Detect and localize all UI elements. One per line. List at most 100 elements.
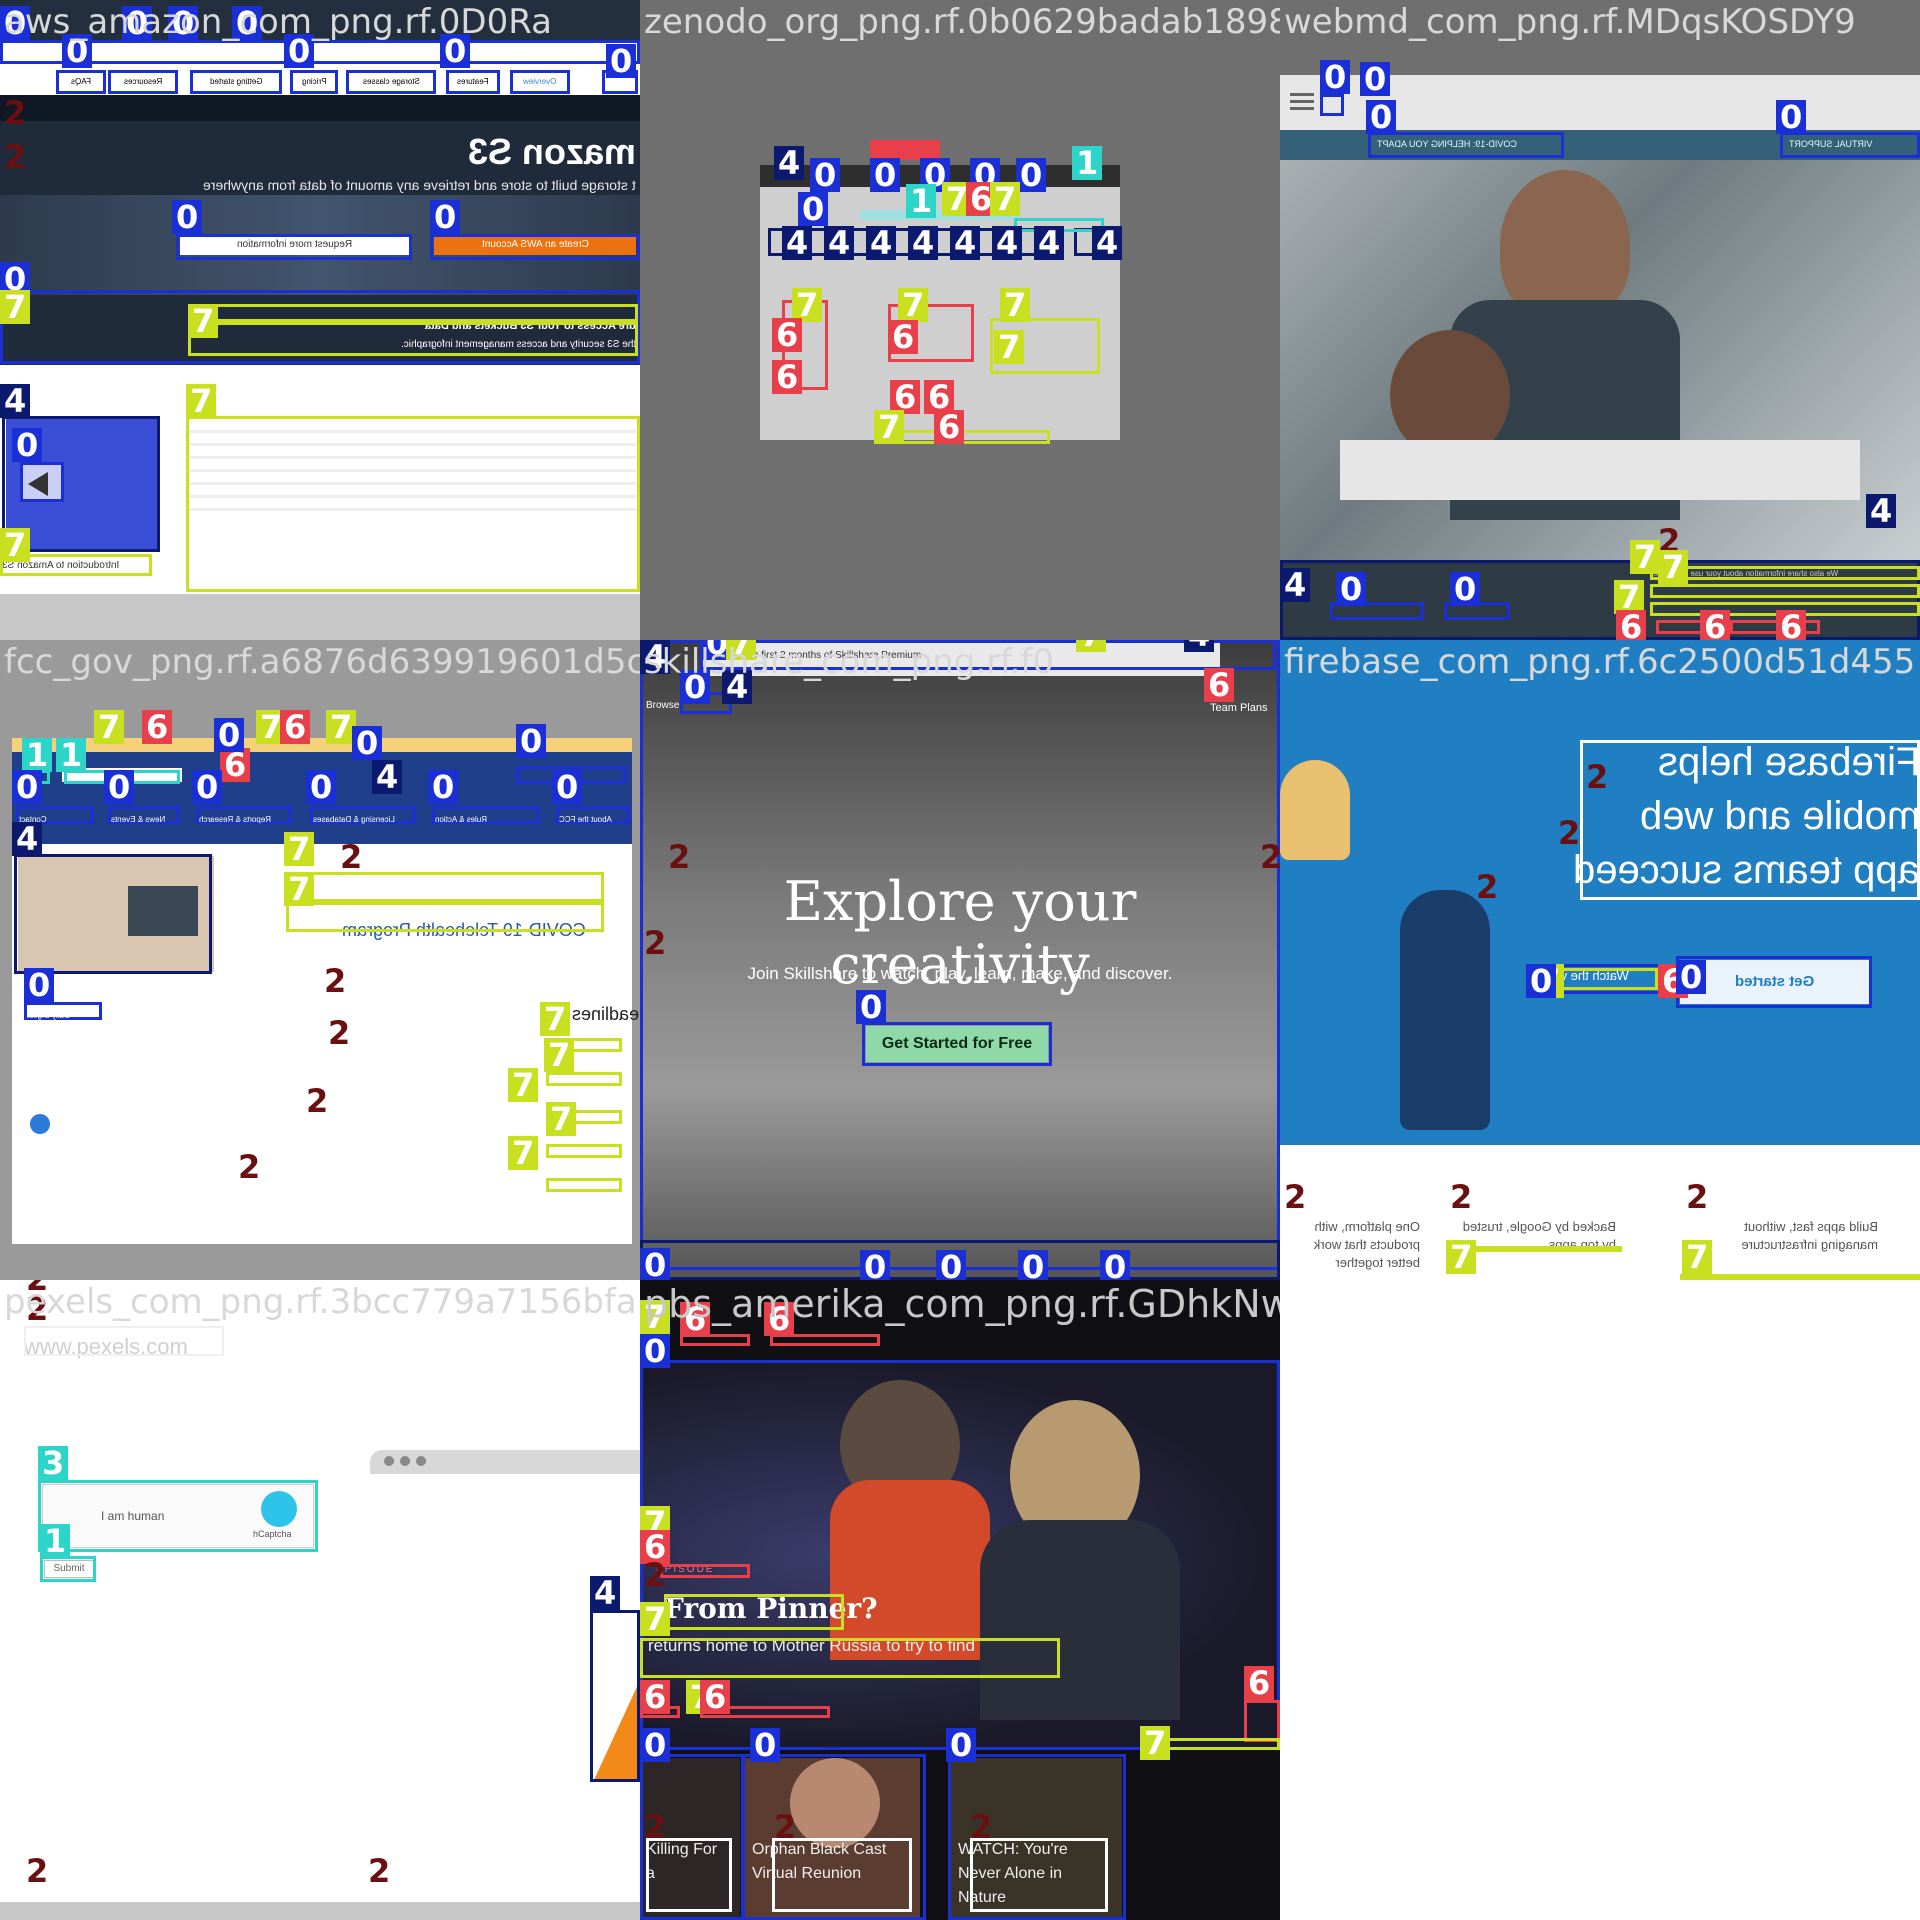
- annotation-tag: 2: [668, 838, 691, 876]
- annotation-tag: 4: [908, 226, 939, 260]
- annotation-tag: 6: [934, 410, 965, 444]
- aws-nav-storage-classes[interactable]: Storage classes: [346, 70, 436, 94]
- aws-subnav: [0, 40, 640, 64]
- fcc-headlines: Headlines: [572, 1004, 640, 1024]
- annotation-tag: 2: [644, 1556, 667, 1594]
- annotation-tag: 4: [774, 146, 805, 180]
- annotation-tag: 1: [1072, 146, 1103, 180]
- annotation-tag: 0: [1450, 572, 1481, 606]
- fcc-nav-reports[interactable]: Reports & Research: [196, 806, 292, 824]
- annotation-tag: 0: [1320, 60, 1351, 94]
- annotation-tag: 0: [192, 770, 223, 804]
- annotation-tag: 1: [56, 738, 87, 772]
- aws-topbar: [0, 0, 640, 40]
- annotation-box: [590, 1610, 640, 1782]
- annotation-tag: 2: [328, 1014, 351, 1052]
- fcc-nav-rules[interactable]: Rules & Action: [432, 806, 540, 824]
- annotation-tag: 7: [284, 832, 315, 866]
- annotation-tag: 6: [772, 360, 803, 394]
- annotation-tag: 4: [12, 822, 43, 856]
- annotation-tag: 2: [26, 1852, 49, 1890]
- fcc-daily-digest[interactable]: Daily Digest: [24, 1002, 102, 1020]
- annotation-tag: 1: [906, 184, 937, 218]
- aws-nav-overview[interactable]: Overview: [510, 70, 570, 94]
- aws-banner-text-box: [188, 304, 638, 322]
- annotation-box: [660, 1564, 750, 1578]
- accessibility-icon[interactable]: [30, 1114, 50, 1134]
- annotation-tag: 7: [1076, 640, 1107, 652]
- annotation-tag: 0: [1676, 960, 1707, 994]
- annotation-box: [646, 1838, 732, 1912]
- aws-body-box: [186, 416, 640, 592]
- fcc-nav-licensing[interactable]: Licensing & Databases: [310, 806, 416, 824]
- annotation-tag: 0: [1018, 1250, 1049, 1280]
- aws-nav-resources[interactable]: Resources: [108, 70, 178, 94]
- aws-nav-getting-started[interactable]: Getting started: [190, 70, 282, 94]
- annotation-tag: 4: [0, 384, 31, 418]
- menu-icon[interactable]: [1290, 93, 1314, 96]
- firebase-feature-1: One platform, with products that work be…: [1313, 1219, 1420, 1270]
- annotation-tag: 6: [1776, 610, 1807, 640]
- annotation-tag: 7: [994, 330, 1025, 364]
- annotation-tag: 0: [1336, 572, 1367, 606]
- annotation-tag: 0: [870, 158, 901, 192]
- annotation-tag: 0: [430, 200, 461, 234]
- tile-fcc-title: fcc_gov_png.rf.a6876d639919601d5c: [4, 642, 640, 682]
- annotation-tag: 2: [774, 1808, 797, 1846]
- aws-request-box[interactable]: [176, 234, 412, 260]
- annotation-tag: 0: [0, 6, 31, 40]
- annotation-tag: 4: [1184, 640, 1215, 652]
- annotation-tag: 7: [540, 1002, 571, 1036]
- annotation-tag: 4: [722, 670, 753, 704]
- skillshare-page: [640, 640, 1280, 1270]
- annotation-box: [664, 1594, 844, 1630]
- annotation-box: [862, 1022, 1052, 1066]
- aws-create-box[interactable]: [430, 234, 640, 260]
- cart-icon[interactable]: [1320, 94, 1344, 116]
- annotation-box: [546, 1178, 622, 1192]
- annotation-tag: 7: [874, 410, 905, 444]
- annotation-tag: 2: [644, 924, 667, 962]
- annotation-tag: 2: [1558, 814, 1581, 852]
- annotation-tag: 4: [1866, 494, 1897, 528]
- annotation-tag: 0: [860, 1250, 891, 1280]
- annotation-tag: 7: [544, 1038, 575, 1072]
- annotation-tag: 4: [1280, 568, 1311, 602]
- covid-adapt-tab[interactable]: COVID-19: HELPING YOU ADAPT: [1368, 132, 1564, 158]
- aws-nav-features[interactable]: Features: [446, 70, 500, 94]
- annotation-tag: 7: [1446, 1240, 1477, 1274]
- annotation-box: [1452, 1246, 1622, 1252]
- annotation-tag: 4: [372, 760, 403, 794]
- fcc-nav-news[interactable]: News & Events: [108, 806, 180, 824]
- annotation-tag: 6: [772, 318, 803, 352]
- annotation-tag: 0: [1366, 100, 1397, 134]
- annotation-tag: 4: [640, 640, 671, 674]
- annotation-tag: 2: [324, 962, 347, 1000]
- annotation-tag: 4: [992, 226, 1023, 260]
- tile-fcc: COVID-19 Telehealth Program Headlines Co…: [0, 640, 640, 1280]
- annotation-tag: 7: [640, 1300, 671, 1334]
- annotation-tag: 0: [516, 724, 547, 758]
- annotation-tag: 6: [1700, 610, 1731, 640]
- annotation-tag: 2: [1450, 1178, 1473, 1216]
- annotation-tag: 6: [764, 1302, 795, 1336]
- annotation-tag: 0: [680, 670, 711, 704]
- annotation-tag: 0: [856, 990, 887, 1024]
- firebase-feature-3: Build apps fast, without managing infras…: [1741, 1219, 1878, 1252]
- annotation-tag: 4: [824, 226, 855, 260]
- annotation-tag: 2: [644, 1808, 667, 1846]
- webmd-cookie-text: We also share information about your use…: [1650, 566, 1920, 580]
- fcc-nav-about[interactable]: About the FCC: [556, 806, 630, 824]
- annotation-tag: 0: [168, 6, 199, 40]
- annotation-box: [38, 1480, 318, 1552]
- annotation-tag: 0: [104, 770, 135, 804]
- annotation-tag: 6: [280, 710, 311, 744]
- aws-nav-pricing[interactable]: Pricing: [290, 70, 338, 94]
- aws-nav-faqs[interactable]: FAQs: [56, 70, 106, 94]
- fcc-image-container: [14, 854, 212, 974]
- annotation-tag: 6: [640, 1680, 671, 1714]
- annotation-tag: 2: [340, 838, 363, 876]
- tile-zenodo-title: zenodo_org_png.rf.0b0629badab1898: [644, 2, 1280, 42]
- tile-pexels-title: pexels_com_png.rf.3bcc779a7156bfa: [4, 1282, 637, 1322]
- annotation-tag: 7: [640, 1602, 671, 1636]
